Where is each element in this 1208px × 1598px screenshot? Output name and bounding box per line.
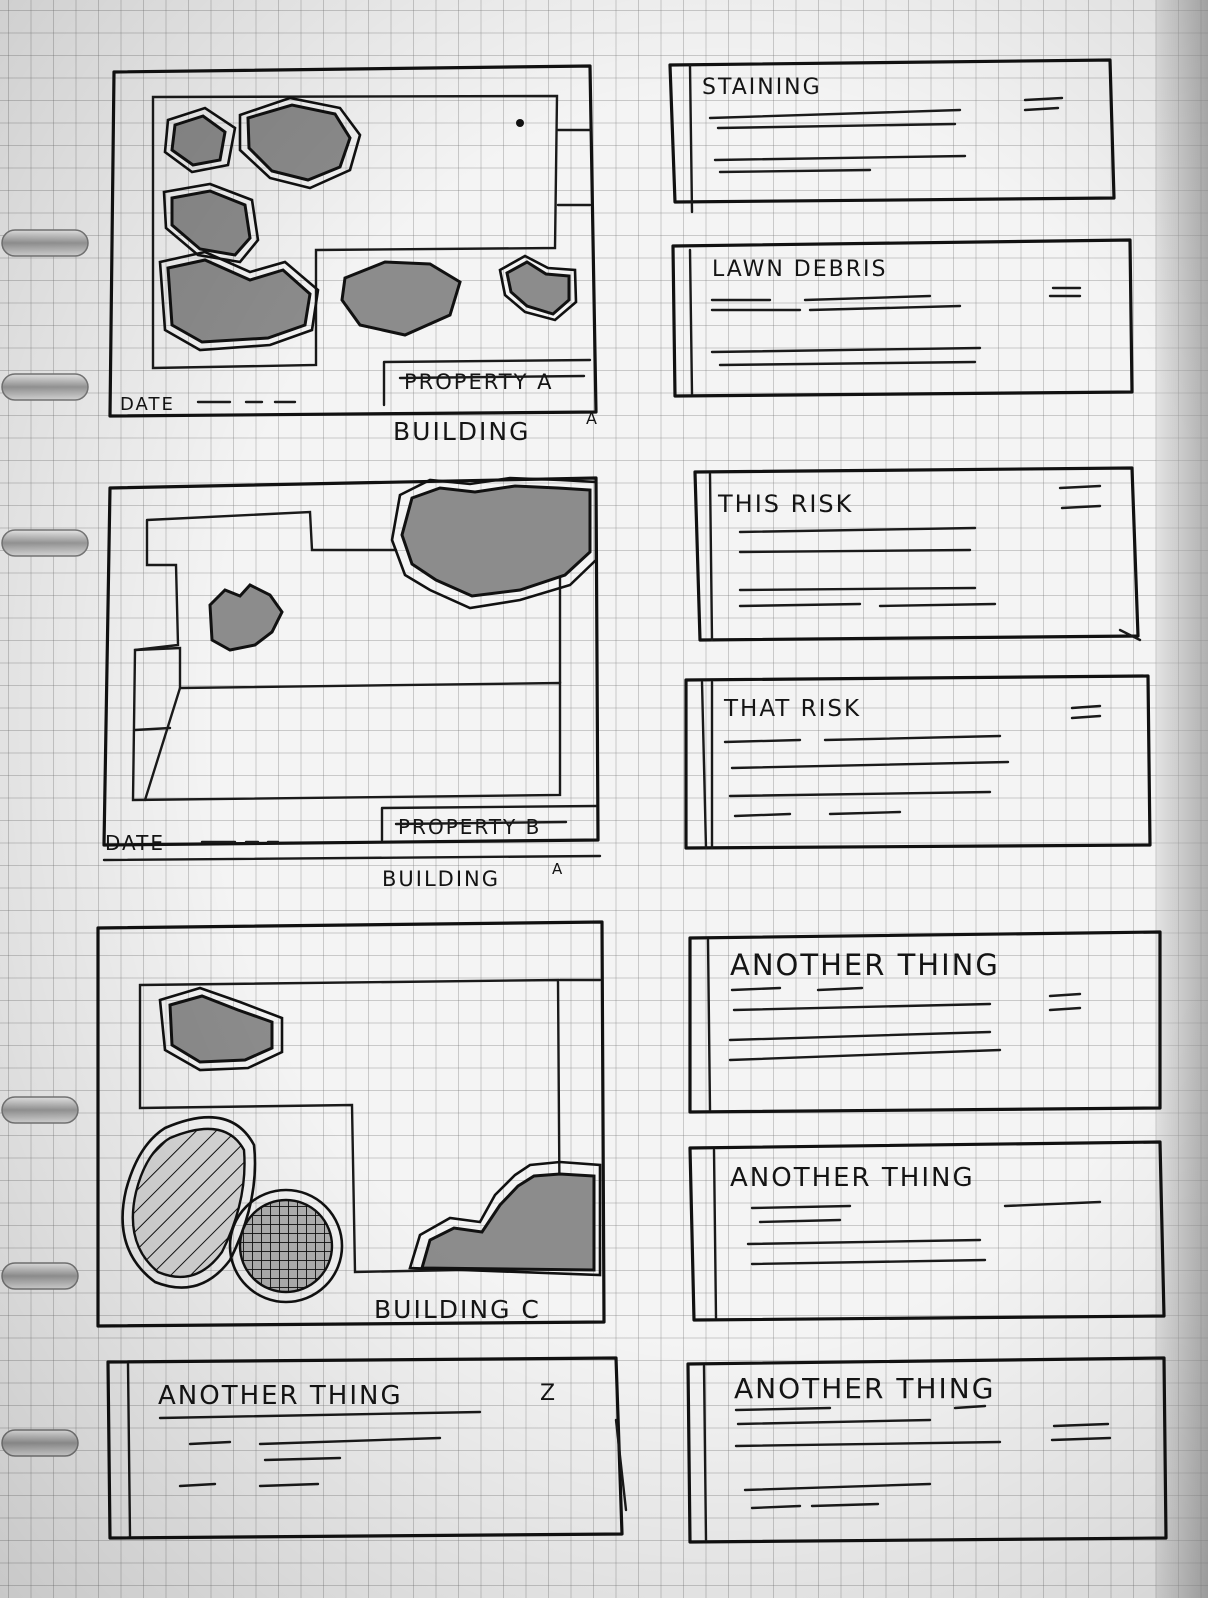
damage-area-icon [163, 106, 237, 174]
property-label: PROPERTY B [398, 815, 541, 839]
damage-area-icon [228, 1188, 344, 1304]
risk-card[interactable]: ANOTHER THING [688, 1140, 1166, 1322]
risk-card[interactable]: THIS RISK [693, 466, 1142, 642]
building-mark: A [552, 860, 564, 878]
building-label: BUILDING C [374, 1295, 541, 1324]
damage-area-icon [408, 1160, 602, 1277]
building-panel-2: PROPERTY B DATE BUILDING A [102, 476, 602, 891]
binder-ring-icon [1, 1262, 79, 1290]
card-title: LAWN DEBRIS [712, 257, 887, 282]
damage-area-icon [208, 583, 284, 652]
card-title: ANOTHER THING [734, 1372, 995, 1405]
date-label: DATE [120, 394, 175, 415]
damage-area-icon [498, 254, 578, 322]
damage-area-icon [340, 260, 462, 337]
risk-card[interactable]: LAWN DEBRIS [671, 238, 1134, 398]
card-title: THAT RISK [723, 696, 861, 722]
binder-rings [1, 229, 89, 1457]
binder-ring-icon [1, 529, 89, 557]
building-panel-3: BUILDING C [96, 920, 606, 1328]
risk-card[interactable]: STAINING [668, 58, 1116, 214]
date-label: DATE [105, 831, 165, 855]
building-panel-1: PROPERTY A DATE BUILDING A [108, 64, 599, 446]
building-mark: A [586, 409, 599, 428]
damage-area-icon [390, 476, 598, 610]
card-title: ANOTHER THING [158, 1381, 403, 1411]
building-label: BUILDING [382, 867, 500, 891]
property-label: PROPERTY A [404, 370, 553, 394]
card-title: ANOTHER THING [730, 1163, 975, 1193]
card-mark: Z [540, 1381, 557, 1406]
card-title: STAINING [702, 75, 822, 100]
binder-ring-icon [1, 1429, 79, 1457]
binder-ring-icon [1, 373, 89, 401]
risk-card[interactable]: ANOTHER THING Z [106, 1356, 628, 1540]
damage-area-icon [121, 1115, 257, 1289]
risk-card[interactable]: THAT RISK [684, 674, 1152, 850]
damage-area-icon [158, 986, 284, 1072]
damage-area-icon [158, 250, 320, 352]
binder-ring-icon [1, 229, 89, 257]
building-label: BUILDING [393, 417, 530, 446]
damage-area-icon [162, 182, 260, 264]
wireframe-sketch: PROPERTY A DATE BUILDING A PROPERTY B DA… [1, 58, 1168, 1544]
binder-ring-icon [1, 1096, 79, 1124]
card-title: THIS RISK [717, 490, 853, 518]
damage-area-icon [238, 96, 362, 190]
card-title: ANOTHER THING [730, 948, 1000, 982]
risk-card[interactable]: ANOTHER THING [688, 930, 1162, 1114]
risk-card[interactable]: ANOTHER THING [686, 1356, 1168, 1544]
